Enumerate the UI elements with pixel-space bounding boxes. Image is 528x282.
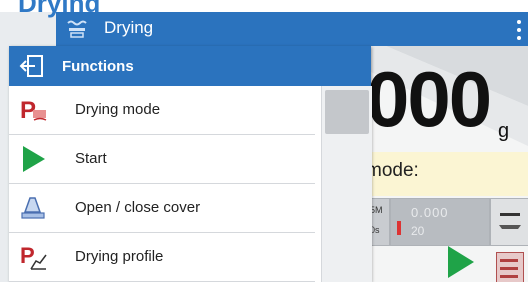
app-header: Drying — [56, 12, 528, 46]
cover-icon — [21, 197, 45, 219]
more-options-icon[interactable] — [516, 18, 522, 42]
start-button[interactable] — [448, 246, 474, 278]
menu-item-open-close-cover[interactable]: Open / close cover — [9, 184, 315, 233]
menu-item-label: Start — [75, 150, 107, 167]
mode-label: mode: — [366, 160, 419, 181]
app-title: Drying — [104, 18, 154, 37]
scale-tile[interactable] — [490, 198, 528, 246]
weight-value: 000 — [366, 55, 492, 143]
scrollbar-thumb[interactable] — [325, 90, 369, 134]
weight-unit: g — [498, 120, 510, 142]
thermometer-icon — [397, 221, 401, 235]
printer-icon[interactable] — [496, 252, 524, 282]
menu-scrollbar[interactable] — [321, 86, 372, 282]
menu-item-label: Open / close cover — [75, 199, 201, 216]
tile-value-2: 20 — [411, 224, 425, 238]
scale-icon — [499, 213, 521, 229]
menu-item-drying-mode[interactable]: P Drying mode — [9, 86, 315, 135]
menu-item-start[interactable]: Start — [9, 135, 315, 184]
menu-item-label: Drying mode — [75, 101, 161, 118]
drying-profile-icon: P — [20, 243, 47, 270]
menu-item-label: Drying profile — [75, 248, 164, 265]
functions-menu: Functions P Drying mode Start Open / clo… — [9, 46, 372, 282]
svg-text:P: P — [20, 243, 35, 268]
menu-list: P Drying mode Start Open / close cover P — [9, 86, 315, 282]
drying-mode-icon: P — [20, 97, 47, 124]
start-play-icon — [23, 146, 45, 172]
drying-icon — [67, 20, 87, 38]
temperature-tile[interactable]: 0.000 20 — [390, 198, 490, 246]
menu-header: Functions — [9, 46, 371, 86]
menu-item-drying-profile[interactable]: P Drying profile — [9, 233, 315, 282]
screen-title-bar: Drying — [0, 0, 528, 18]
back-exit-icon[interactable] — [19, 54, 45, 78]
menu-title: Functions — [62, 58, 134, 75]
tile-value-1: 0.000 — [411, 205, 449, 220]
